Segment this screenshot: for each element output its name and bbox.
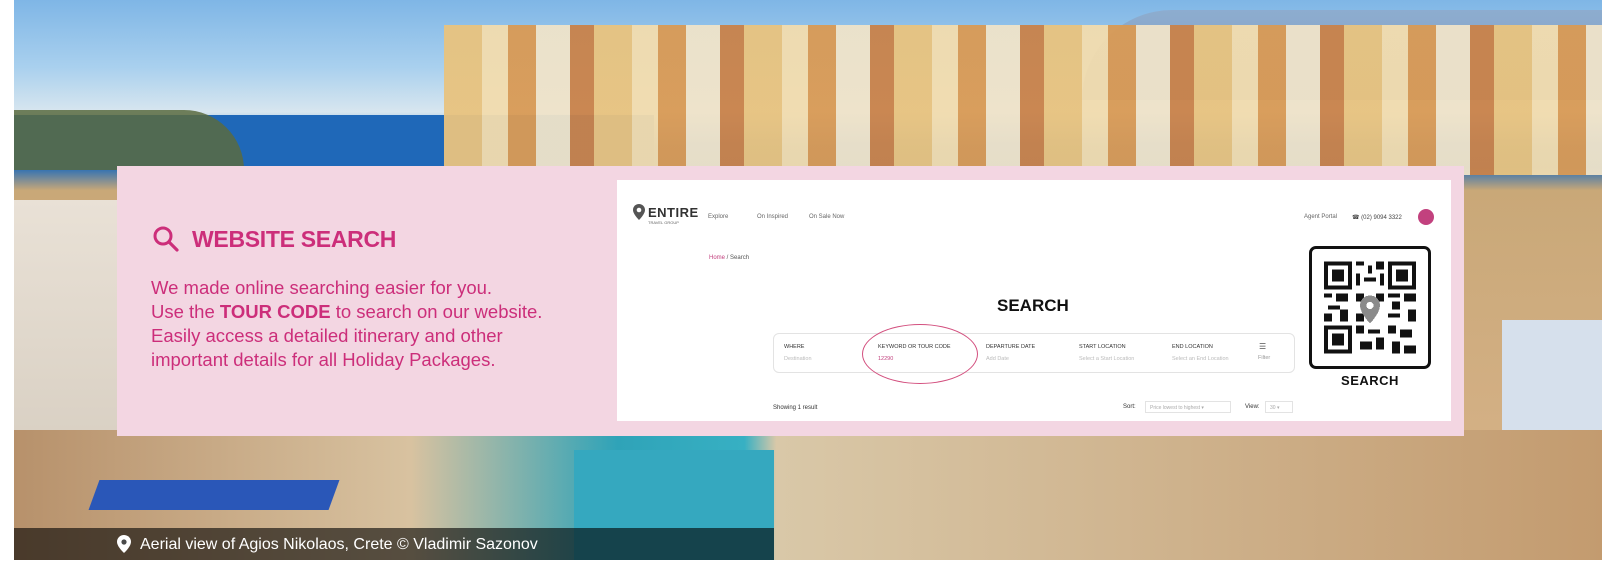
town-buildings	[444, 25, 1602, 175]
site-logo: ENTIRE TRAVEL GROUP	[633, 204, 699, 225]
logo-text: ENTIRE	[648, 204, 699, 220]
departure-date-label: DEPARTURE DATE	[986, 344, 1036, 350]
sort-label: Sort:	[1123, 404, 1136, 410]
end-location-field[interactable]: END LOCATION Select an End Location	[1172, 344, 1229, 362]
left-building	[14, 200, 124, 460]
qr-label: SEARCH	[1341, 373, 1399, 388]
breadcrumb-home[interactable]: Home	[709, 255, 725, 261]
page-title: SEARCH	[997, 296, 1069, 315]
breadcrumb-current: Search	[730, 255, 750, 261]
location-pin-icon	[117, 535, 131, 553]
search-icon	[153, 226, 179, 252]
nav-explore[interactable]: Explore	[708, 214, 728, 220]
desc-line-2-pre: Use the	[151, 301, 220, 322]
logo-subtitle: TRAVEL GROUP	[648, 220, 679, 225]
photo-caption: Aerial view of Agios Nikolaos, Crete © V…	[140, 536, 538, 553]
desc-line-3: Easily access a detailed itinerary and o…	[151, 325, 503, 346]
where-field[interactable]: WHERE Destination	[784, 344, 812, 362]
website-search-heading: WEBSITE SEARCH	[152, 225, 396, 253]
nav-inspired[interactable]: On Inspired	[757, 214, 788, 220]
filter-icon[interactable]: ☰	[1259, 342, 1266, 351]
desc-line-4: important details for all Holiday Packag…	[151, 349, 496, 370]
breadcrumb: Home / Search	[709, 255, 749, 261]
where-placeholder: Destination	[784, 356, 812, 362]
account-button[interactable]	[1418, 209, 1434, 225]
where-label: WHERE	[784, 344, 805, 350]
blue-awnings	[88, 480, 340, 510]
highlight-circle	[862, 324, 978, 384]
sort-select[interactable]: Price lowest to highest ▾	[1145, 401, 1231, 413]
departure-date-placeholder: Add Date	[986, 356, 1009, 362]
end-location-label: END LOCATION	[1172, 344, 1213, 350]
nav-on-sale[interactable]: On Sale Now	[809, 214, 844, 220]
location-pin-icon	[633, 204, 645, 220]
phone-link[interactable]: ☎ (02) 9094 3322	[1352, 214, 1402, 221]
section-title: WEBSITE SEARCH	[192, 225, 397, 252]
departure-date-field[interactable]: DEPARTURE DATE Add Date	[986, 344, 1035, 362]
result-count: Showing 1 result	[773, 405, 818, 411]
tour-code-emphasis: TOUR CODE	[219, 301, 331, 322]
hills	[14, 110, 244, 170]
qr-code[interactable]	[1309, 246, 1431, 369]
search-bar: WHERE Destination KEYWORD OR TOUR CODE 122…	[773, 333, 1295, 373]
description: We made online searching easier for you.…	[151, 276, 591, 372]
end-location-placeholder: Select an End Location	[1172, 356, 1229, 362]
filter-label[interactable]: Filter	[1258, 355, 1270, 361]
phone-number: (02) 9094 3322	[1361, 215, 1402, 221]
qr-code-image	[1324, 261, 1416, 354]
start-location-label: START LOCATION	[1079, 344, 1126, 350]
desc-line-2: Use the TOUR CODE to search on our websi…	[151, 300, 591, 324]
view-label: View:	[1245, 404, 1260, 410]
start-location-field[interactable]: START LOCATION Select a Start Location	[1079, 344, 1134, 362]
agent-portal-link[interactable]: Agent Portal	[1304, 214, 1337, 220]
view-select[interactable]: 30 ▾	[1265, 401, 1293, 413]
desc-line-2-post: to search on our website.	[330, 301, 543, 322]
start-location-placeholder: Select a Start Location	[1079, 356, 1135, 362]
desc-line-1: We made online searching easier for you.	[151, 277, 493, 298]
